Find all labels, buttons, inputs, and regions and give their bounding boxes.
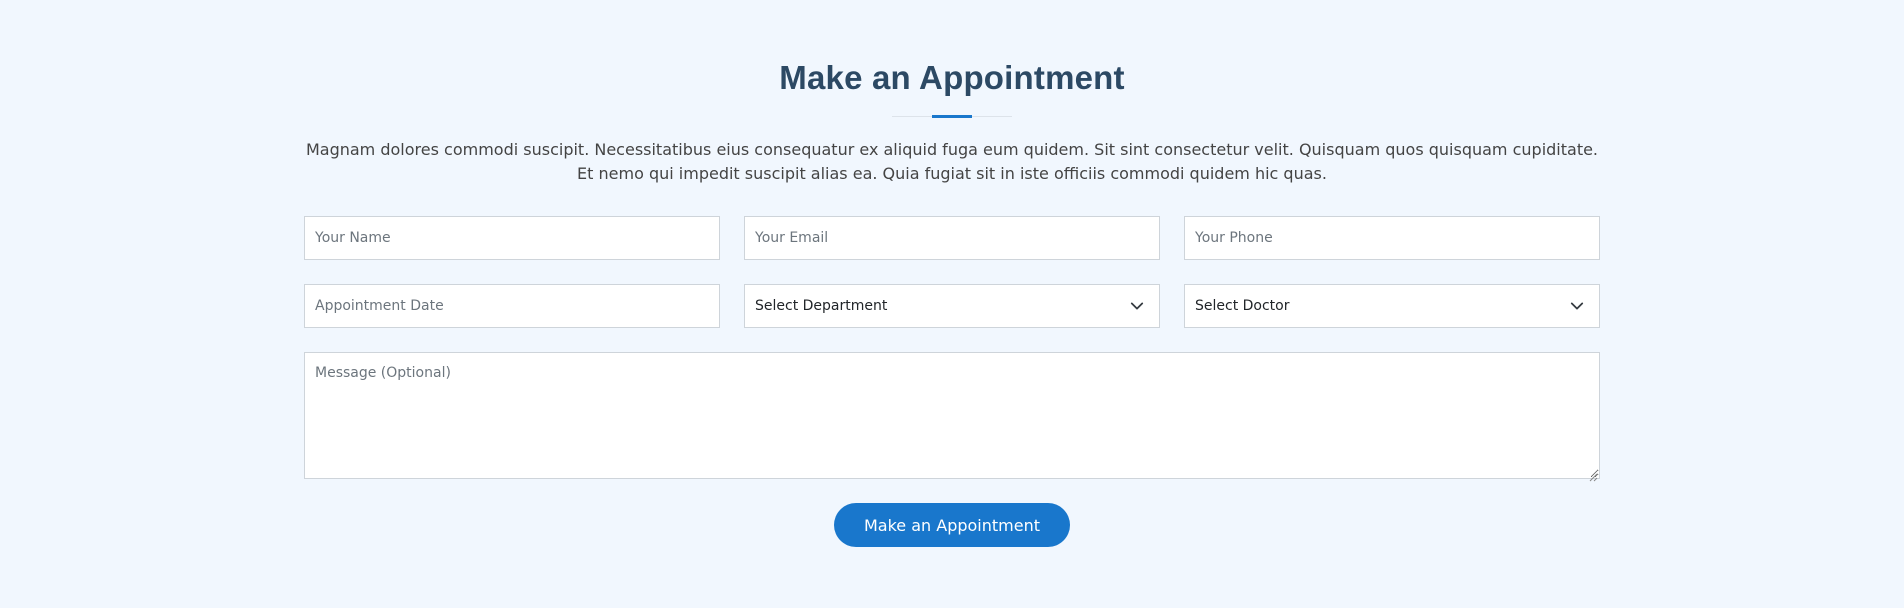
- title-accent-bar: [932, 115, 972, 118]
- department-select-value: Select Department: [755, 298, 888, 314]
- chevron-down-icon: [1569, 298, 1585, 314]
- make-appointment-button[interactable]: Make an Appointment: [834, 503, 1070, 547]
- section-description: Magnam dolores commodi suscipit. Necessi…: [305, 140, 1599, 183]
- appointment-date-input[interactable]: [304, 284, 720, 328]
- message-textarea[interactable]: [304, 352, 1600, 479]
- appointment-section: Make an Appointment Magnam dolores commo…: [0, 0, 1904, 608]
- doctor-select[interactable]: Select Doctor: [1184, 284, 1600, 328]
- email-input[interactable]: [744, 216, 1160, 260]
- chevron-down-icon: [1129, 298, 1145, 314]
- section-title: Make an Appointment: [779, 59, 1125, 96]
- name-input[interactable]: [304, 216, 720, 260]
- resize-handle-icon[interactable]: [1588, 467, 1598, 482]
- phone-input[interactable]: [1184, 216, 1600, 260]
- department-select[interactable]: Select Department: [744, 284, 1160, 328]
- doctor-select-value: Select Doctor: [1195, 298, 1290, 314]
